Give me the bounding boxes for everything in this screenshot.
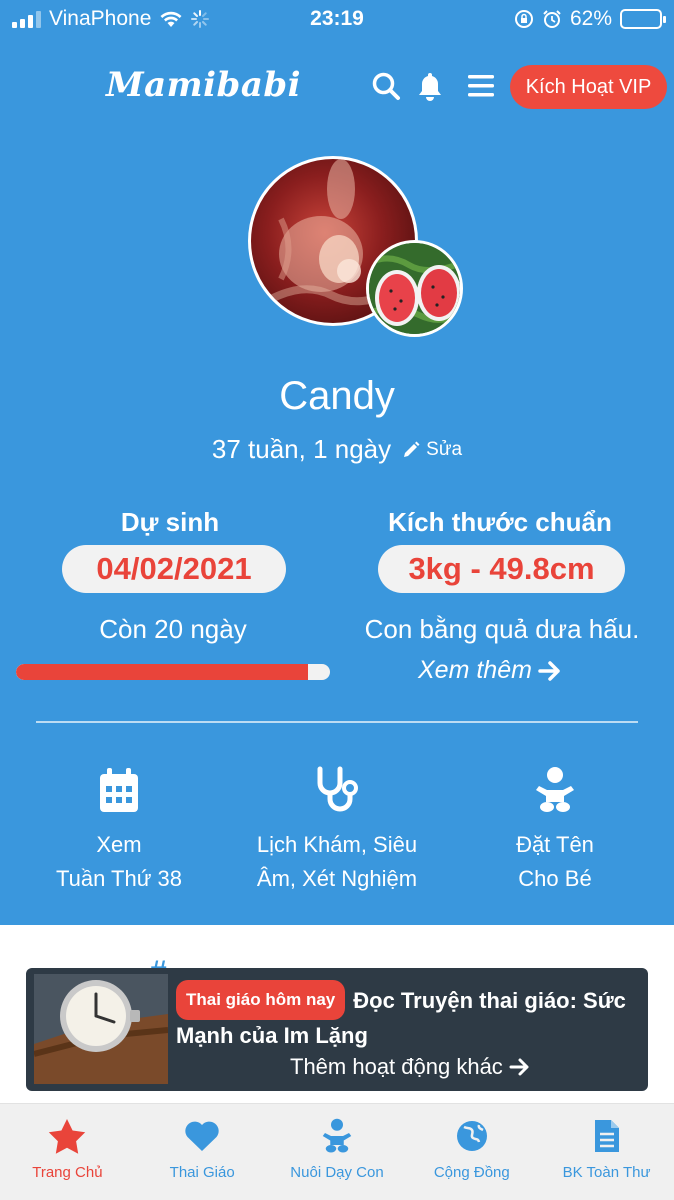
search-icon[interactable] [368,68,404,104]
size-title: Kích thước chuẩn [388,507,612,537]
pregnancy-age: 37 tuần, 1 ngày Sửa [0,434,674,465]
edit-label: Sửa [426,438,463,460]
tab-community[interactable]: Cộng Đồng [404,1104,539,1200]
feature-checkups-line1: Lịch Khám, Siêu [256,832,418,857]
heart-icon [185,1121,219,1151]
banner-headline: Thai giáo hôm nay Đọc Truyện thai giáo: S… [176,980,646,1052]
feature-week-view[interactable]: Xem Tuần Thứ 38 [36,766,202,896]
see-more-label: Xem thêm [418,656,532,684]
calendar-icon [100,768,138,812]
battery-icon [620,9,666,29]
tab-parenting[interactable]: Nuôi Dạy Con [270,1104,405,1200]
watch-thumbnail [33,974,169,1084]
banner-tag: Thai giáo hôm nay [176,980,346,1020]
alarm-icon [543,10,561,28]
arrow-right-icon [538,660,560,681]
status-right: 62% [514,7,666,31]
globe-icon [456,1121,487,1151]
due-date-title: Dự sinh [120,507,220,537]
tab-prenatal-label: Thai Giáo [169,1164,235,1181]
menu-icon[interactable] [463,68,499,104]
rotation-lock-icon [514,10,533,28]
tab-encyclopedia-label: BK Toàn Thư [562,1164,651,1181]
feature-checkups-line2: Âm, Xét Nghiệm [256,866,418,891]
size-pill: 3kg - 49.8cm [378,545,625,593]
tab-prenatal[interactable]: Thai Giáo [135,1104,270,1200]
tab-encyclopedia[interactable]: BK Toàn Thư [539,1104,674,1200]
more-activities-link[interactable]: Thêm hoạt động khác [290,1054,531,1080]
card-edge [36,1091,638,1103]
app-logo: Mamibabi [106,65,302,105]
due-date-pill: 04/02/2021 [62,545,286,593]
stethoscope-icon [317,766,358,812]
watermelon-badge [366,240,463,337]
size-comparison: Con bằng quả dưa hấu. [364,614,640,644]
app-header: Mamibabi Kích Hoạt VIP [0,40,674,135]
tab-community-label: Cộng Đồng [433,1164,510,1181]
status-bar: VinaPhone 23:19 62% [0,0,674,40]
document-icon [594,1120,619,1152]
feature-week-line1: Xem [96,832,142,857]
bottom-tab-bar: Trang Chủ Thai Giáo Nuôi Dạy Con Cộng Đồ… [0,1103,674,1200]
see-more-link[interactable]: Xem thêm [418,656,562,685]
progress-fill [16,664,309,680]
feature-names-line2: Cho Bé [518,866,592,891]
watch-illustration [33,974,169,1084]
more-activities-label: Thêm hoạt động khác [290,1054,503,1079]
tab-home[interactable]: Trang Chủ [0,1104,135,1200]
feature-week-line2: Tuần Thứ 38 [55,866,183,891]
pregnancy-age-text: 37 tuần, 1 ngày [211,434,392,464]
baby-icon [536,767,574,812]
baby-icon [322,1118,352,1153]
feature-checkups[interactable]: Lịch Khám, Siêu Âm, Xét Nghiệm [232,766,442,896]
tab-home-label: Trang Chủ [32,1164,103,1181]
watermelon-illustration [369,243,460,334]
vip-button[interactable]: Kích Hoạt VIP [510,65,667,109]
pregnancy-progress-bar [16,664,330,680]
daily-activity-banner[interactable]: Thai giáo hôm nay Đọc Truyện thai giáo: S… [26,968,648,1091]
bell-icon[interactable] [412,68,448,104]
section-divider [36,721,638,723]
feature-names-line1: Đặt Tên [516,832,594,857]
arrow-right-icon [509,1058,529,1076]
pencil-icon [404,441,420,457]
baby-name: Candy [279,374,395,418]
hero-section: Mamibabi Kích Hoạt VIP Candy 37 tuần, 1 … [0,40,674,925]
edit-button[interactable]: Sửa [401,439,462,461]
days-remaining: Còn 20 ngày [99,614,247,644]
star-icon [49,1119,86,1154]
battery-percent: 62% [569,7,612,30]
feature-baby-names[interactable]: Đặt Tên Cho Bé [472,766,638,896]
tab-parenting-label: Nuôi Dạy Con [290,1164,384,1181]
